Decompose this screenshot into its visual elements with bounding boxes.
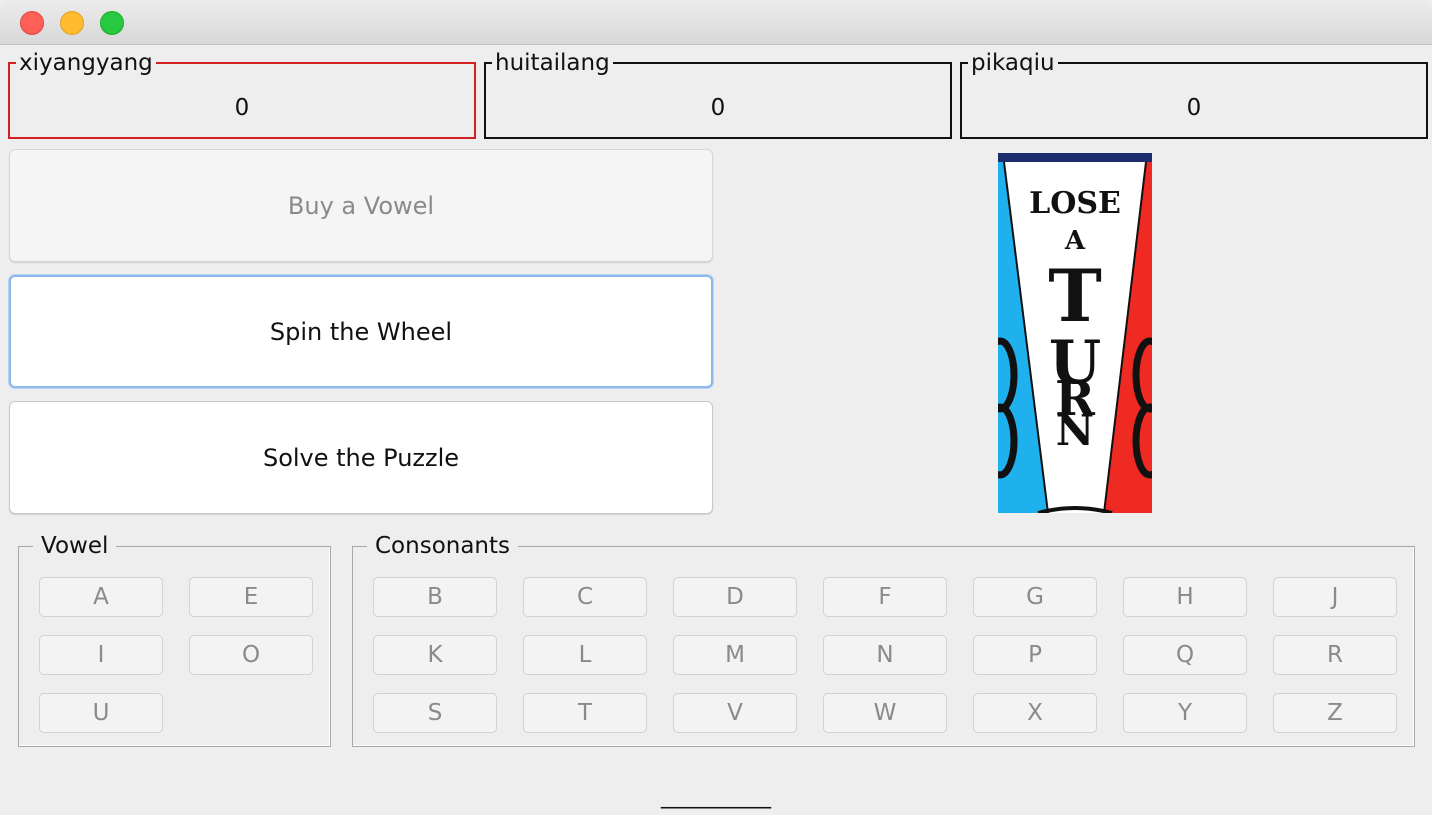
buy-vowel-button[interactable]: Buy a Vowel (9, 149, 713, 262)
wheel-wedge-image: LOSE A T U R N (998, 153, 1152, 513)
letter-button-z[interactable]: Z (1273, 693, 1397, 733)
wheel-text-n: N (1056, 406, 1094, 455)
player-panel-2: huitailang 0 (484, 50, 952, 139)
consonant-group: Consonants BCDFGHJ KLMNPQR STVWXYZ (352, 532, 1415, 747)
letter-button-j[interactable]: J (1273, 577, 1397, 617)
letter-button-t[interactable]: T (523, 693, 647, 733)
solve-puzzle-button[interactable]: Solve the Puzzle (9, 401, 713, 514)
letter-button-r[interactable]: R (1273, 635, 1397, 675)
letter-button-b[interactable]: B (373, 577, 497, 617)
letter-button-w[interactable]: W (823, 693, 947, 733)
wheel-text-lose: LOSE (1029, 186, 1121, 221)
wheel-text-t: T (1048, 253, 1102, 338)
letter-button-e[interactable]: E (189, 577, 313, 617)
player-score: 0 (234, 95, 250, 121)
letter-button-d[interactable]: D (673, 577, 797, 617)
letter-button-x[interactable]: X (973, 693, 1097, 733)
letter-button-k[interactable]: K (373, 635, 497, 675)
spin-wheel-button[interactable]: Spin the Wheel (9, 275, 713, 388)
letter-button-s[interactable]: S (373, 693, 497, 733)
letter-button-h[interactable]: H (1123, 577, 1247, 617)
vowel-group-title: Vowel (33, 532, 117, 560)
window-title-bar (0, 0, 1432, 45)
player-score: 0 (1186, 95, 1202, 121)
consonant-group-title: Consonants (367, 532, 519, 560)
letter-button-a[interactable]: A (39, 577, 163, 617)
letter-button-y[interactable]: Y (1123, 693, 1247, 733)
letter-button-o[interactable]: O (189, 635, 313, 675)
player-name: huitailang (492, 50, 613, 76)
letter-button-l[interactable]: L (523, 635, 647, 675)
puzzle-display: __________ (661, 784, 771, 809)
letter-button-i[interactable]: I (39, 635, 163, 675)
letter-button-m[interactable]: M (673, 635, 797, 675)
close-window-button[interactable] (20, 11, 44, 35)
letter-button-n[interactable]: N (823, 635, 947, 675)
letter-button-p[interactable]: P (973, 635, 1097, 675)
wheel-text-a: A (1064, 226, 1086, 256)
letter-button-u[interactable]: U (39, 693, 163, 733)
player-score: 0 (710, 95, 726, 121)
letter-button-g[interactable]: G (973, 577, 1097, 617)
player-panel-1: xiyangyang 0 (8, 50, 476, 139)
player-name: pikaqiu (968, 50, 1058, 76)
maximize-window-button[interactable] (100, 11, 124, 35)
letter-button-f[interactable]: F (823, 577, 947, 617)
letter-button-v[interactable]: V (673, 693, 797, 733)
letter-button-c[interactable]: C (523, 577, 647, 617)
minimize-window-button[interactable] (60, 11, 84, 35)
vowel-group: Vowel A E I O U (18, 532, 331, 747)
player-panel-3: pikaqiu 0 (960, 50, 1428, 139)
letter-button-q[interactable]: Q (1123, 635, 1247, 675)
player-name: xiyangyang (16, 50, 156, 76)
